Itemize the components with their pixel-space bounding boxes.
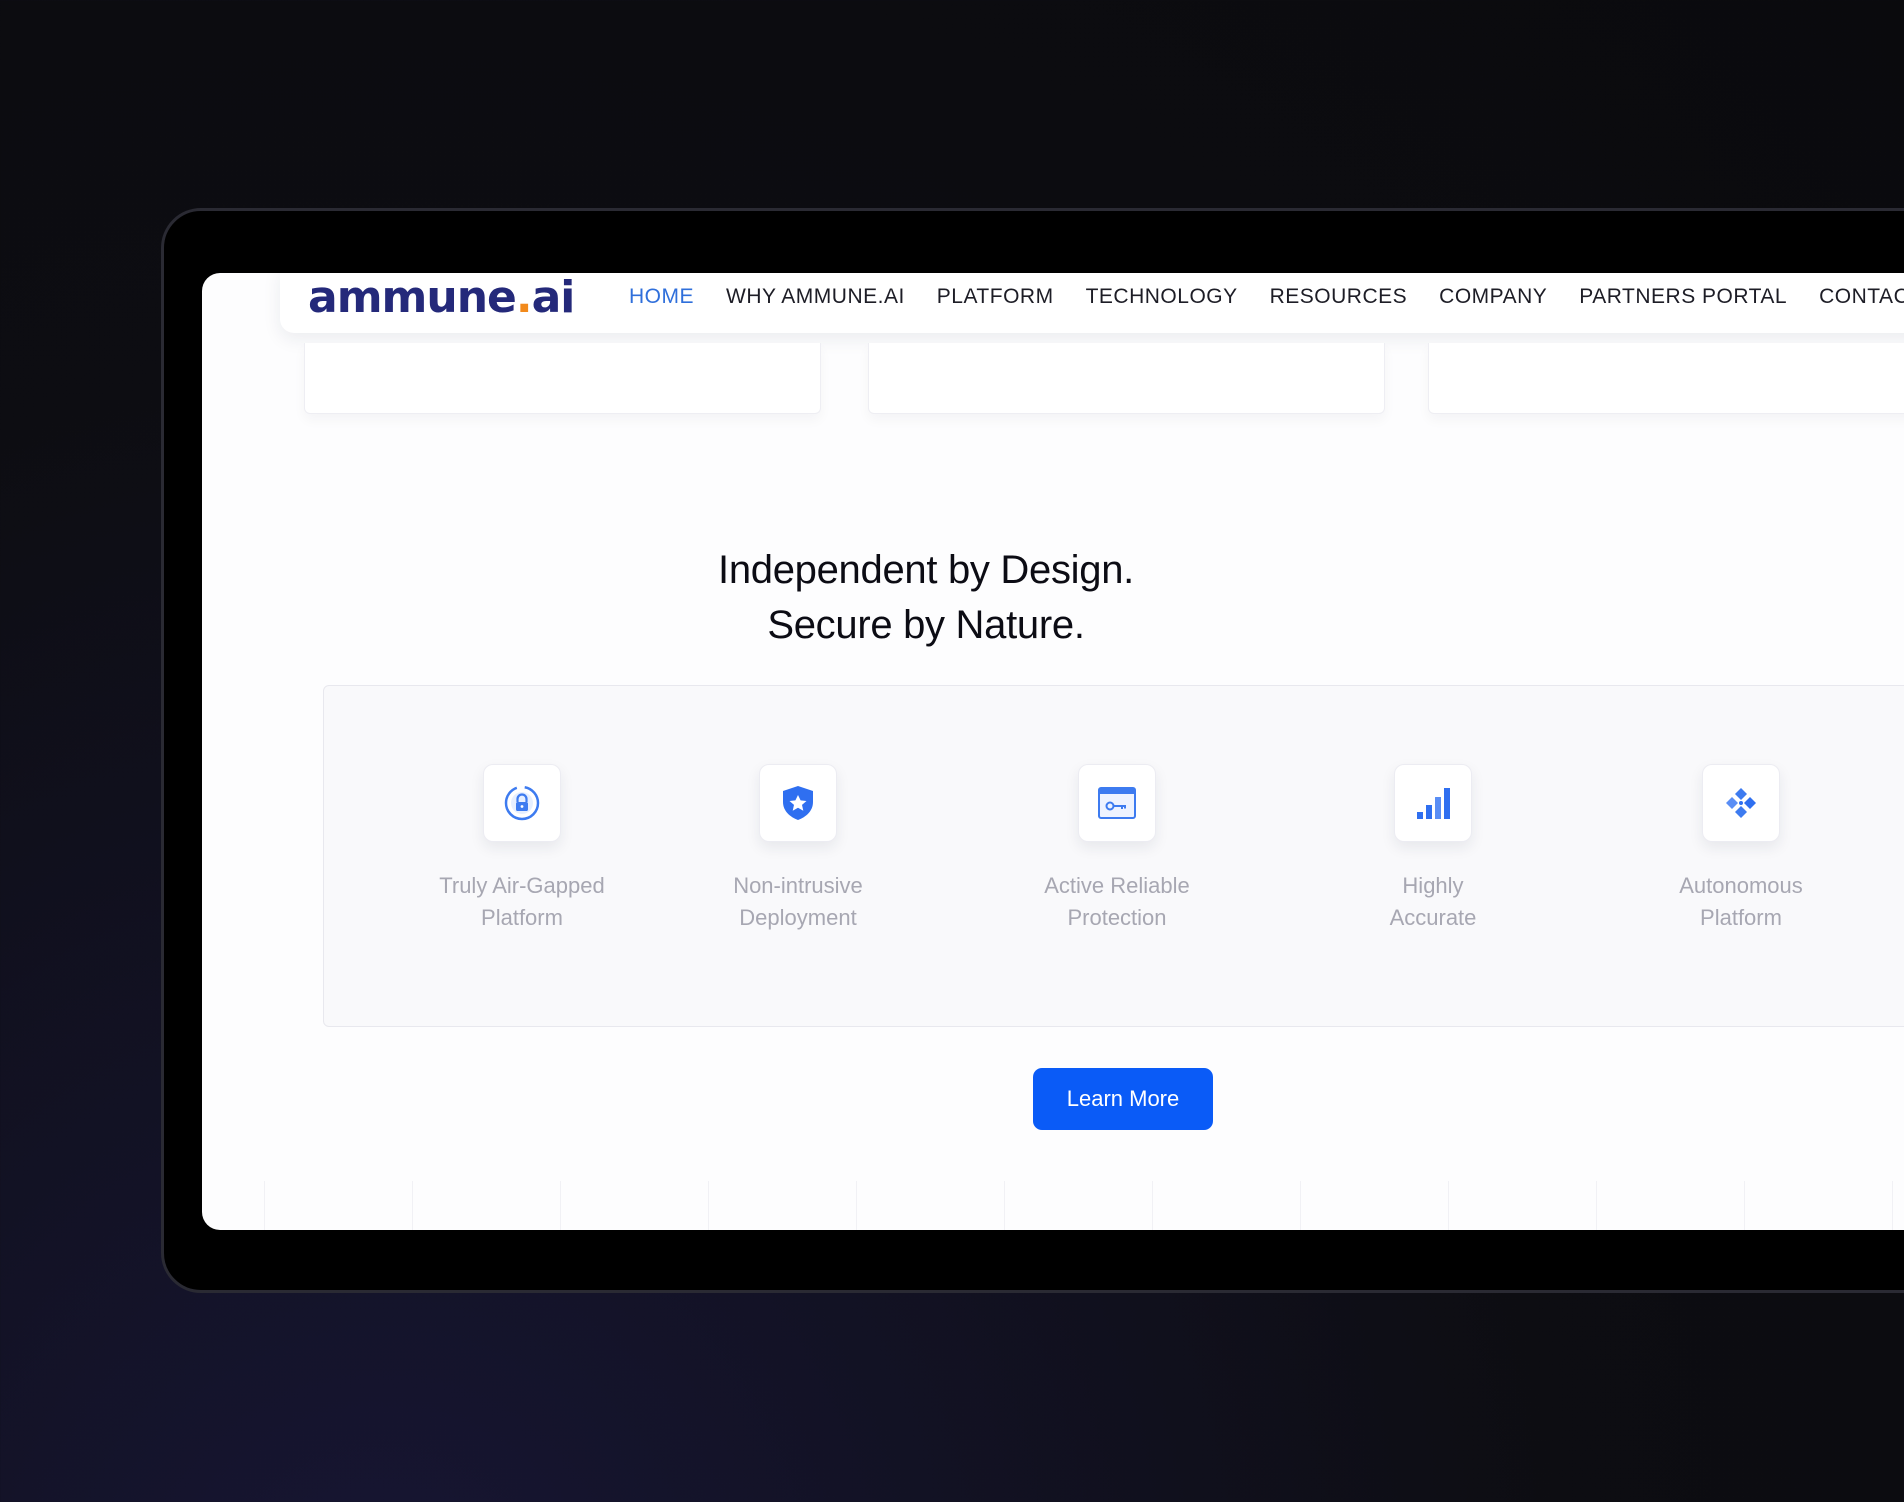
nav-technology[interactable]: TECHNOLOGY [1086,285,1238,309]
headline-line-1: Independent by Design. [718,548,1134,592]
feature-label: Active Reliable Protection [1044,873,1190,930]
feature-label: Non-intrusive Deployment [733,873,863,930]
feature-label: Highly Accurate [1389,873,1477,930]
scrolled-card [1428,343,1904,414]
nav-contact[interactable]: CONTACT [1819,285,1904,309]
key-card-icon [1078,764,1156,842]
browser-viewport: ammune.ai HOME WHY AMMUNE.AI PLATFORM TE… [202,273,1904,1230]
nav-partners-portal[interactable]: PARTNERS PORTAL [1579,285,1787,309]
headline-line-2: Secure by Nature. [767,603,1085,647]
section-headline: Independent by Design. Secure by Nature. [202,543,1650,653]
nav-platform[interactable]: PLATFORM [937,285,1054,309]
logo-main-text: ammune [308,273,517,323]
scrolled-card [304,343,821,414]
nav-home[interactable]: HOME [629,285,694,309]
features-panel: Truly Air-Gapped Platform Non-intrusive … [323,685,1904,1027]
feature-active-protection: Active Reliable Protection [987,764,1247,934]
ammune-logo[interactable]: ammune.ai [308,273,575,323]
nav-company[interactable]: COMPANY [1439,285,1547,309]
background-grid [202,1181,1904,1230]
lock-icon [483,764,561,842]
logo-dot: . [515,273,533,323]
feature-autonomous: Autonomous Platform [1611,764,1871,934]
learn-more-button[interactable]: Learn More [1033,1068,1213,1130]
feature-non-intrusive: Non-intrusive Deployment [668,764,928,934]
feature-highly-accurate: Highly Accurate [1303,764,1563,934]
bar-chart-icon [1394,764,1472,842]
main-nav: HOME WHY AMMUNE.AI PLATFORM TECHNOLOGY R… [629,273,1904,327]
feature-air-gapped: Truly Air-Gapped Platform [392,764,652,934]
feature-label: Truly Air-Gapped Platform [439,873,605,930]
top-navbar: ammune.ai HOME WHY AMMUNE.AI PLATFORM TE… [280,273,1904,333]
diamond-arrows-icon [1702,764,1780,842]
nav-why-ammune[interactable]: WHY AMMUNE.AI [726,285,905,309]
nav-resources[interactable]: RESOURCES [1270,285,1408,309]
feature-label: Autonomous Platform [1679,873,1803,930]
scrolled-card [868,343,1385,414]
shield-star-icon [759,764,837,842]
logo-suffix-text: ai [531,273,576,323]
